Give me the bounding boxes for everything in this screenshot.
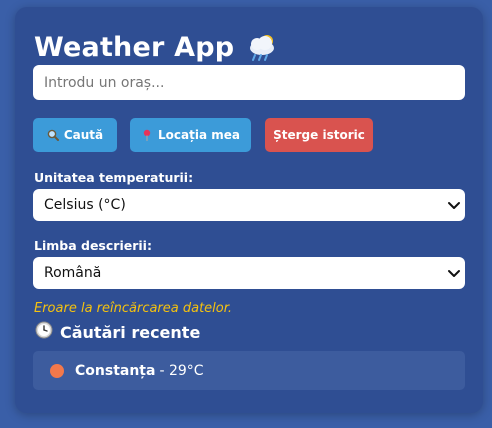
clock-icon [35,321,53,343]
clear-history-button[interactable]: Șterge istoric [265,118,373,152]
rain-cloud-icon [246,32,278,62]
magnifier-icon [47,129,59,141]
app-title: Weather App [34,30,278,64]
recent-temperature: - 29°C [159,362,204,379]
app-title-text: Weather App [34,31,235,63]
my-location-button[interactable]: Locația mea [130,118,251,152]
unit-select-value: Celsius (°C) [44,197,126,213]
search-button[interactable]: Caută [33,118,117,152]
recent-search-item[interactable]: Constanța - 29°C [33,351,465,390]
recent-searches-heading: Căutări recente [35,320,200,344]
city-search-input[interactable] [33,65,465,100]
chevron-down-icon [447,198,461,212]
error-message: Eroare la reîncărcarea datelor. [34,301,233,316]
unit-select[interactable]: Celsius (°C) [33,189,465,221]
unit-label: Unitatea temperaturii: [34,170,194,185]
weather-dot-icon [50,363,64,378]
clear-history-button-label: Șterge istoric [273,128,365,142]
chevron-down-icon [447,266,461,280]
language-select[interactable]: Română [33,257,465,289]
recent-searches-title: Căutări recente [60,322,201,342]
search-button-label: Caută [63,128,104,142]
my-location-button-label: Locația mea [158,128,240,142]
pin-icon [141,129,153,141]
language-label: Limba descrierii: [34,238,152,253]
recent-city: Constanța [75,362,156,379]
language-select-value: Română [44,265,102,281]
